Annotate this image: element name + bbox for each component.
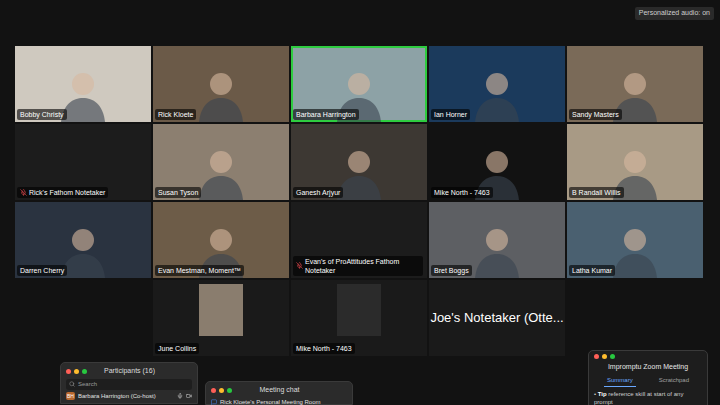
participant-name: Barbara Harrington xyxy=(296,110,356,119)
person-icon xyxy=(191,62,251,122)
participant-tile[interactable]: Joe's Notetaker (Otte... xyxy=(429,280,565,356)
mic-icon[interactable] xyxy=(177,393,183,399)
name-label: Bobby Christy xyxy=(17,109,67,120)
participant-tile[interactable]: Rick Kloete xyxy=(153,46,289,122)
name-label: Darren Cherry xyxy=(17,265,67,276)
participant-name: Bret Boggs xyxy=(434,266,469,275)
participant-tile[interactable]: Mike North - 7463 xyxy=(429,124,565,200)
participants-panel: Participants (16) Search BHBarbara Harring… xyxy=(60,362,198,404)
participant-tile[interactable]: Rick's Fathom Notetaker xyxy=(15,124,151,200)
notes-panel: Impromptu Zoom Meeting Summary Scratchpad •… xyxy=(588,350,708,405)
audio-status[interactable]: Personalized audio: on xyxy=(635,7,714,20)
name-label: Mike North - 7463 xyxy=(293,343,355,354)
participant-name: June Collins xyxy=(158,344,196,353)
participant-name: Rick's Fathom Notetaker xyxy=(29,188,105,197)
search-field[interactable]: Search xyxy=(66,379,192,390)
participant-tile[interactable]: Evan's of ProAttitudes Fathom Notetaker xyxy=(291,202,427,278)
minimize-icon[interactable] xyxy=(74,369,79,374)
name-label: Mike North - 7463 xyxy=(431,187,493,198)
gallery-row: Rick's Fathom Notetaker Susan Tyson Ganesh… xyxy=(15,124,703,200)
name-label: Latha Kumar xyxy=(569,265,615,276)
avatar-photo xyxy=(337,284,381,336)
participant-tile[interactable]: Sandy Masters xyxy=(567,46,703,122)
participant-tile[interactable]: Mike North - 7463 xyxy=(291,280,427,356)
chat-room[interactable]: Rick Kloete's Personal Meeting Room xyxy=(220,398,321,405)
participant-name: B Randall Willis xyxy=(572,188,621,197)
gallery-row: Bobby Christy Rick Kloete Barbara Harringt… xyxy=(15,46,703,122)
name-label: Evan Mestman, Moment™ xyxy=(155,265,244,276)
participant-name: Susan Tyson xyxy=(158,188,198,197)
participant-name: Mike North - 7463 xyxy=(434,188,490,197)
participant-name: Darren Cherry xyxy=(20,266,64,275)
name-label: Susan Tyson xyxy=(155,187,201,198)
name-label: Rick's Fathom Notetaker xyxy=(17,187,108,198)
close-icon[interactable] xyxy=(594,354,599,359)
notes-tab[interactable]: Scratchpad xyxy=(656,376,692,387)
window-controls[interactable] xyxy=(594,354,702,359)
gallery-row: Darren Cherry Evan Mestman, Moment™ Evan's… xyxy=(15,202,703,278)
name-label: June Collins xyxy=(155,343,199,354)
chat-window: Meeting chat Rick Kloete's Personal Meeti… xyxy=(205,381,353,405)
close-icon[interactable] xyxy=(66,369,71,374)
initials-avatar: BH xyxy=(66,392,75,400)
participant-tile[interactable]: Darren Cherry xyxy=(15,202,151,278)
person-icon xyxy=(467,218,527,278)
notes-title: Impromptu Zoom Meeting xyxy=(594,362,702,373)
close-icon[interactable] xyxy=(211,388,216,393)
participant-name: Mike North - 7463 xyxy=(296,344,352,353)
panel-title: Participants (16) xyxy=(87,366,192,377)
participant-tile[interactable]: Ian Horner xyxy=(429,46,565,122)
participant-tile[interactable]: June Collins xyxy=(153,280,289,356)
name-label: Barbara Harrington xyxy=(293,109,359,120)
gallery-row: June Collins Mike North - 7463 Joe's Notet… xyxy=(15,280,703,356)
participant-name: Evan's of ProAttitudes Fathom Notetaker xyxy=(305,257,420,275)
chat-icon xyxy=(211,399,217,405)
window-controls[interactable] xyxy=(211,388,232,393)
person-icon xyxy=(467,62,527,122)
notes-tabs: Summary Scratchpad xyxy=(594,376,702,387)
maximize-icon[interactable] xyxy=(227,388,232,393)
minimize-icon[interactable] xyxy=(219,388,224,393)
video-icon[interactable] xyxy=(186,393,192,399)
name-label: Bret Boggs xyxy=(431,265,472,276)
name-label: Sandy Masters xyxy=(569,109,622,120)
name-label: Ian Horner xyxy=(431,109,470,120)
participant-tile[interactable]: Susan Tyson xyxy=(153,124,289,200)
zoom-window: Personalized audio: on Bobby Christy Rick … xyxy=(0,0,720,405)
participant-tile[interactable]: Barbara Harrington xyxy=(291,46,427,122)
participant-tile[interactable]: Bobby Christy xyxy=(15,46,151,122)
participant-tile[interactable]: Evan Mestman, Moment™ xyxy=(153,202,289,278)
participant-tile[interactable]: Bret Boggs xyxy=(429,202,565,278)
participant-tile[interactable]: Latha Kumar xyxy=(567,202,703,278)
gallery: Bobby Christy Rick Kloete Barbara Harringt… xyxy=(15,46,703,356)
name-label: Ganesh Arjyur xyxy=(293,187,343,198)
participant-tile[interactable]: B Randall Willis xyxy=(567,124,703,200)
participant-tile[interactable]: Ganesh Arjyur xyxy=(291,124,427,200)
maximize-icon[interactable] xyxy=(610,354,615,359)
muted-mic-icon xyxy=(296,262,303,269)
participant-name: Latha Kumar xyxy=(572,266,612,275)
search-icon xyxy=(69,381,75,387)
tip-text: • Tip reference skill at start of any pr… xyxy=(594,390,702,405)
muted-mic-icon xyxy=(20,189,27,196)
chat-title: Meeting chat xyxy=(232,385,347,396)
maximize-icon[interactable] xyxy=(82,369,87,374)
avatar-photo xyxy=(199,284,243,336)
participant-row[interactable]: BHBarbara Harrington (Co-host) xyxy=(66,392,192,401)
participant-name: Ian Horner xyxy=(434,110,467,119)
participant-name: Ganesh Arjyur xyxy=(296,188,340,197)
minimize-icon[interactable] xyxy=(602,354,607,359)
name-label: Rick Kloete xyxy=(155,109,196,120)
notes-tab[interactable]: Summary xyxy=(604,376,636,387)
participant-name: Joe's Notetaker (Otte... xyxy=(430,308,563,328)
participant-name: Bobby Christy xyxy=(20,110,64,119)
name-label: B Randall Willis xyxy=(569,187,624,198)
participant-name: Evan Mestman, Moment™ xyxy=(158,266,241,275)
name-label: Evan's of ProAttitudes Fathom Notetaker xyxy=(293,256,423,276)
participant-name: Rick Kloete xyxy=(158,110,193,119)
window-controls[interactable] xyxy=(66,369,87,374)
participant-name: Sandy Masters xyxy=(572,110,619,119)
